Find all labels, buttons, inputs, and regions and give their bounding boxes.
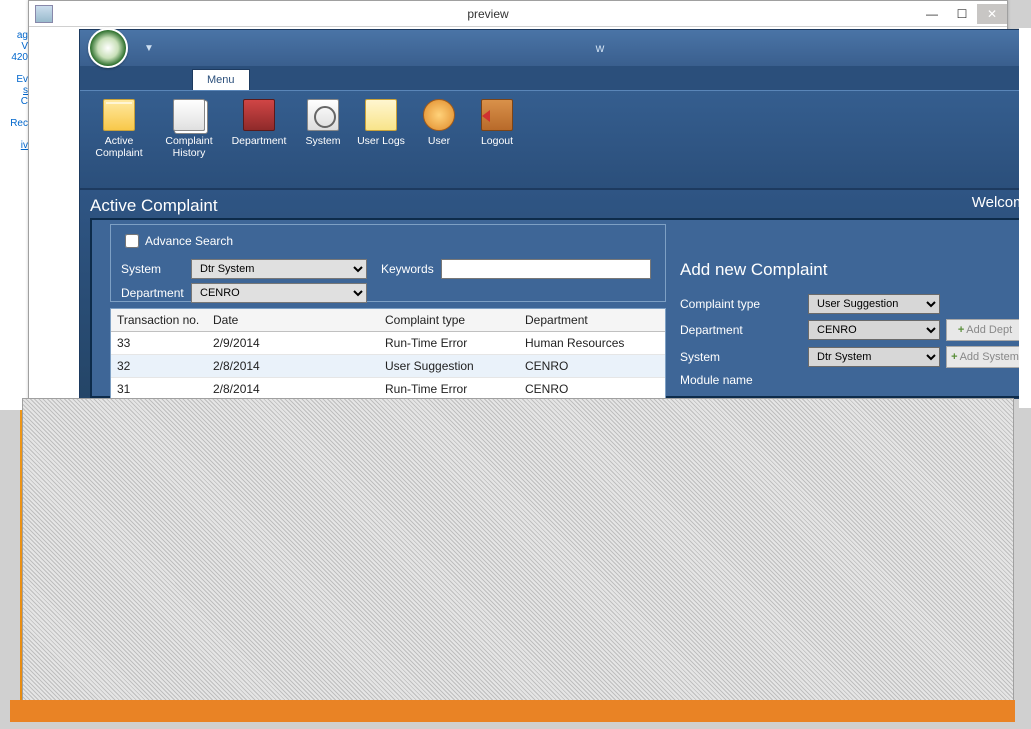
logout-button[interactable]: Logout xyxy=(468,97,526,182)
keywords-label: Keywords xyxy=(381,262,441,276)
ribbon-label: User Logs xyxy=(357,135,405,147)
add-department-label: Department xyxy=(680,323,808,337)
logo-icon[interactable] xyxy=(88,28,128,68)
qat-dropdown-icon[interactable]: ▼ xyxy=(136,43,162,54)
ribbon-label: Complaint History xyxy=(156,135,222,159)
plus-icon: + xyxy=(951,351,957,363)
system-label: System xyxy=(121,262,191,276)
table-row[interactable]: 33 2/9/2014 Run-Time Error Human Resourc… xyxy=(111,332,665,355)
department-label: Department xyxy=(121,286,191,300)
ribbon-label: User xyxy=(428,135,450,147)
ribbon-header: ▼ w xyxy=(80,30,1031,66)
app-title-char: w xyxy=(162,41,1031,55)
complaint-type-label: Complaint type xyxy=(680,297,808,311)
grid-header-row: Transaction no. Date Complaint type Depa… xyxy=(111,309,665,332)
cell: User Suggestion xyxy=(379,355,519,377)
gear-doc-icon xyxy=(307,99,339,131)
btn-label: Add System xyxy=(960,351,1019,363)
cell: CENRO xyxy=(519,378,665,400)
table-row[interactable]: 32 2/8/2014 User Suggestion CENRO xyxy=(111,355,665,378)
app-frame: ▼ w Menu Active Complaint Complaint Hist… xyxy=(79,29,1031,399)
department-select[interactable]: CENRO xyxy=(191,283,367,303)
titlebar: preview — ☐ ✕ xyxy=(29,1,1007,27)
add-dept-button[interactable]: +Add Dept xyxy=(946,319,1024,341)
ribbon-tabs: Menu xyxy=(80,66,1031,90)
bottom-orange-bar xyxy=(10,700,1015,722)
plus-icon: + xyxy=(958,324,964,336)
search-groupbox: Advance Search System Dtr System Keyword… xyxy=(110,224,666,302)
app-icon xyxy=(35,5,53,23)
cell: 2/8/2014 xyxy=(207,378,379,400)
notepad-icon xyxy=(365,99,397,131)
cell: 33 xyxy=(111,332,207,354)
system-button[interactable]: System xyxy=(294,97,352,182)
add-complaint-panel: Add new Complaint Complaint type User Su… xyxy=(680,260,1030,392)
cell: 2/8/2014 xyxy=(207,355,379,377)
close-button[interactable]: ✕ xyxy=(977,4,1007,24)
advance-search-label: Advance Search xyxy=(145,234,233,248)
keywords-input[interactable] xyxy=(441,259,651,279)
ribbon-label: Active Complaint xyxy=(86,135,152,159)
advance-search-checkbox[interactable] xyxy=(125,234,139,248)
org-chart-icon xyxy=(243,99,275,131)
add-system-select[interactable]: Dtr System xyxy=(808,347,940,367)
logout-door-icon xyxy=(481,99,513,131)
department-button[interactable]: Department xyxy=(224,97,294,182)
col-complaint-type[interactable]: Complaint type xyxy=(379,309,519,331)
cell: Run-Time Error xyxy=(379,332,519,354)
active-complaint-button[interactable]: Active Complaint xyxy=(84,97,154,182)
module-name-label: Module name xyxy=(680,373,808,387)
page-title: Active Complaint xyxy=(90,196,218,216)
main-panel: Advance Search System Dtr System Keyword… xyxy=(90,218,1031,398)
minimize-button[interactable]: — xyxy=(917,4,947,24)
col-transaction-no[interactable]: Transaction no. xyxy=(111,309,207,331)
cell: CENRO xyxy=(519,355,665,377)
add-system-button[interactable]: +Add System xyxy=(946,346,1024,368)
complaint-history-button[interactable]: Complaint History xyxy=(154,97,224,182)
btn-label: Add Dept xyxy=(966,324,1012,336)
content-area: Active Complaint Welcome Advance Search … xyxy=(80,190,1031,398)
add-department-select[interactable]: CENRO xyxy=(808,320,940,340)
user-logs-button[interactable]: User Logs xyxy=(352,97,410,182)
sheets-icon xyxy=(173,99,205,131)
background-right-clutter xyxy=(1019,28,1031,408)
col-date[interactable]: Date xyxy=(207,309,379,331)
menu-tab[interactable]: Menu xyxy=(192,69,250,90)
user-button[interactable]: User xyxy=(410,97,468,182)
ribbon-label: System xyxy=(305,135,340,147)
maximize-button[interactable]: ☐ xyxy=(947,4,977,24)
ribbon-label: Logout xyxy=(481,135,513,147)
cell: 32 xyxy=(111,355,207,377)
users-icon xyxy=(423,99,455,131)
add-system-label: System xyxy=(680,350,808,364)
cell: 2/9/2014 xyxy=(207,332,379,354)
cell: Run-Time Error xyxy=(379,378,519,400)
add-complaint-title: Add new Complaint xyxy=(680,260,1030,280)
background-left-clutter: agV420EvsCReciv xyxy=(0,0,28,410)
col-department[interactable]: Department xyxy=(519,309,665,331)
note-icon xyxy=(103,99,135,131)
ribbon-toolbar: Active Complaint Complaint History Depar… xyxy=(80,90,1031,190)
complaint-type-select[interactable]: User Suggestion xyxy=(808,294,940,314)
window-title: preview xyxy=(59,7,917,21)
ribbon-label: Department xyxy=(232,135,287,147)
designer-hatch-area xyxy=(22,398,1014,720)
cell: Human Resources xyxy=(519,332,665,354)
cell: 31 xyxy=(111,378,207,400)
preview-window: preview — ☐ ✕ ▼ w Menu Active Complaint … xyxy=(28,0,1008,410)
system-select[interactable]: Dtr System xyxy=(191,259,367,279)
